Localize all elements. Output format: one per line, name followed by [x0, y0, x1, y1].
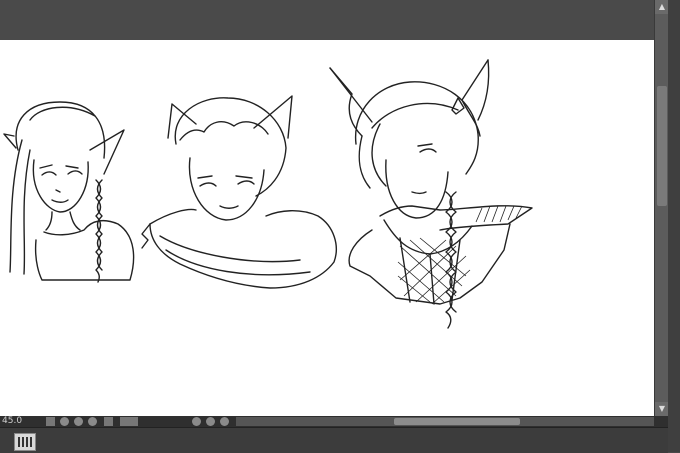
status-bar: 45.0 — [0, 416, 668, 427]
fit-view-icon[interactable] — [74, 417, 83, 426]
rotate-right-icon[interactable] — [206, 417, 215, 426]
horizontal-scrollbar[interactable] — [236, 417, 654, 426]
zoom-out-icon[interactable] — [46, 417, 55, 426]
toolbar-area — [0, 0, 680, 40]
rotation-field[interactable] — [120, 417, 138, 426]
sketch-artwork — [3, 59, 533, 329]
horizontal-scroll-thumb[interactable] — [394, 418, 520, 425]
zoom-level[interactable]: 45.0 — [2, 416, 22, 427]
rotate-left-icon[interactable] — [192, 417, 201, 426]
window-edge — [668, 0, 680, 452]
reset-icon[interactable] — [220, 417, 229, 426]
cat-boy-sketch — [141, 95, 337, 289]
elf-sketch — [3, 101, 135, 283]
bottom-panel — [0, 427, 668, 453]
drawing-canvas[interactable] — [0, 40, 654, 416]
zoom-in-icon[interactable] — [60, 417, 69, 426]
rotate-value-icon[interactable] — [104, 417, 113, 426]
layer-panel-icon[interactable] — [14, 433, 36, 451]
vertical-scroll-thumb[interactable] — [657, 86, 667, 206]
scroll-down-icon[interactable]: ▼ — [655, 402, 669, 416]
actual-size-icon[interactable] — [88, 417, 97, 426]
scroll-up-icon[interactable]: ▲ — [655, 0, 669, 14]
vertical-scrollbar[interactable]: ▲ ▼ — [654, 0, 669, 416]
